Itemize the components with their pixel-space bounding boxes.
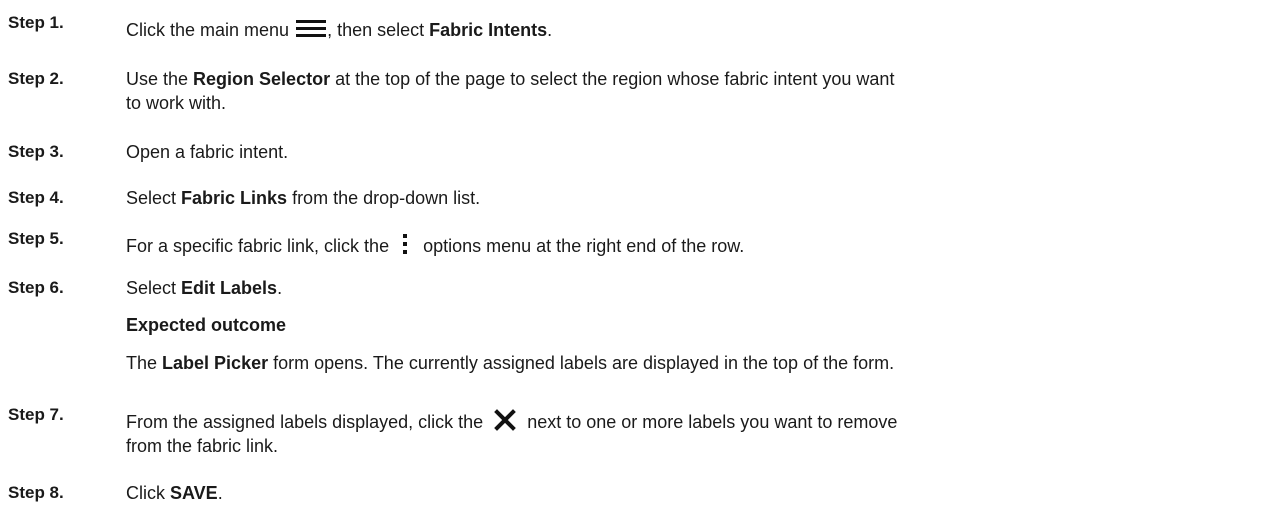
step-label: Step 2. [8,69,64,88]
step-label: Step 3. [8,142,64,161]
text-segment: to work with. [126,93,227,113]
text-segment: . [217,483,223,503]
ui-element-name: Edit Labels [181,278,278,298]
step-label: Step 6. [8,278,64,297]
step-label: Step 8. [8,483,64,502]
step-text: Select Fabric Links from the drop-down l… [126,186,1268,210]
menu-item-name: Fabric Intents [429,20,548,40]
step-text: Select Edit Labels. [126,276,1268,300]
text-segment: Open a fabric intent. [126,142,289,162]
step-label: Step 5. [8,229,64,248]
step-text: For a specific fabric link, click the op… [126,234,1268,259]
ui-element-name: Region Selector [193,69,331,89]
step-label: Step 4. [8,188,64,207]
text-segment: Use the [126,69,194,89]
text-segment: From the assigned labels displayed, clic… [126,412,489,432]
text-segment: options menu at the right end of the row… [418,236,745,256]
expected-outcome-title: Expected outcome [126,315,287,335]
button-name: SAVE [170,483,218,503]
text-segment: For a specific fabric link, click the [126,236,395,256]
step-text: Open a fabric intent. [126,140,1268,164]
hamburger-menu-icon [296,20,327,38]
text-segment: Click [126,483,170,503]
text-segment: . [547,20,553,40]
text-segment: next to one or more labels you want to r… [522,412,898,432]
step-text: Click SAVE. [126,481,1268,505]
text-segment: from the fabric link. [126,436,279,457]
ui-element-name: Label Picker [162,353,269,373]
step-label: Step 7. [8,405,64,424]
text-segment: at the top of the page to select the reg… [330,69,895,89]
step-text: Use the Region Selector at the top of th… [126,67,1268,115]
text-segment: , then select [327,20,430,40]
text-segment: . [277,278,283,298]
expected-outcome: Expected outcome The Label Picker form o… [126,313,1268,375]
text-segment: Select [126,188,182,208]
vertical-ellipsis-icon [396,232,414,256]
text-segment: Select [126,278,182,298]
text-segment: form opens. The currently assigned label… [268,353,895,373]
ui-element-name: Fabric Links [181,188,288,208]
text-segment: Click the main menu [126,20,295,40]
close-x-icon [494,409,517,432]
step-text: From the assigned labels displayed, clic… [126,409,1268,458]
step-label: Step 1. [8,13,64,32]
step-text: Click the main menu , then select Fabric… [126,18,1268,42]
text-segment: The [126,353,163,373]
text-segment: from the drop-down list. [287,188,481,208]
